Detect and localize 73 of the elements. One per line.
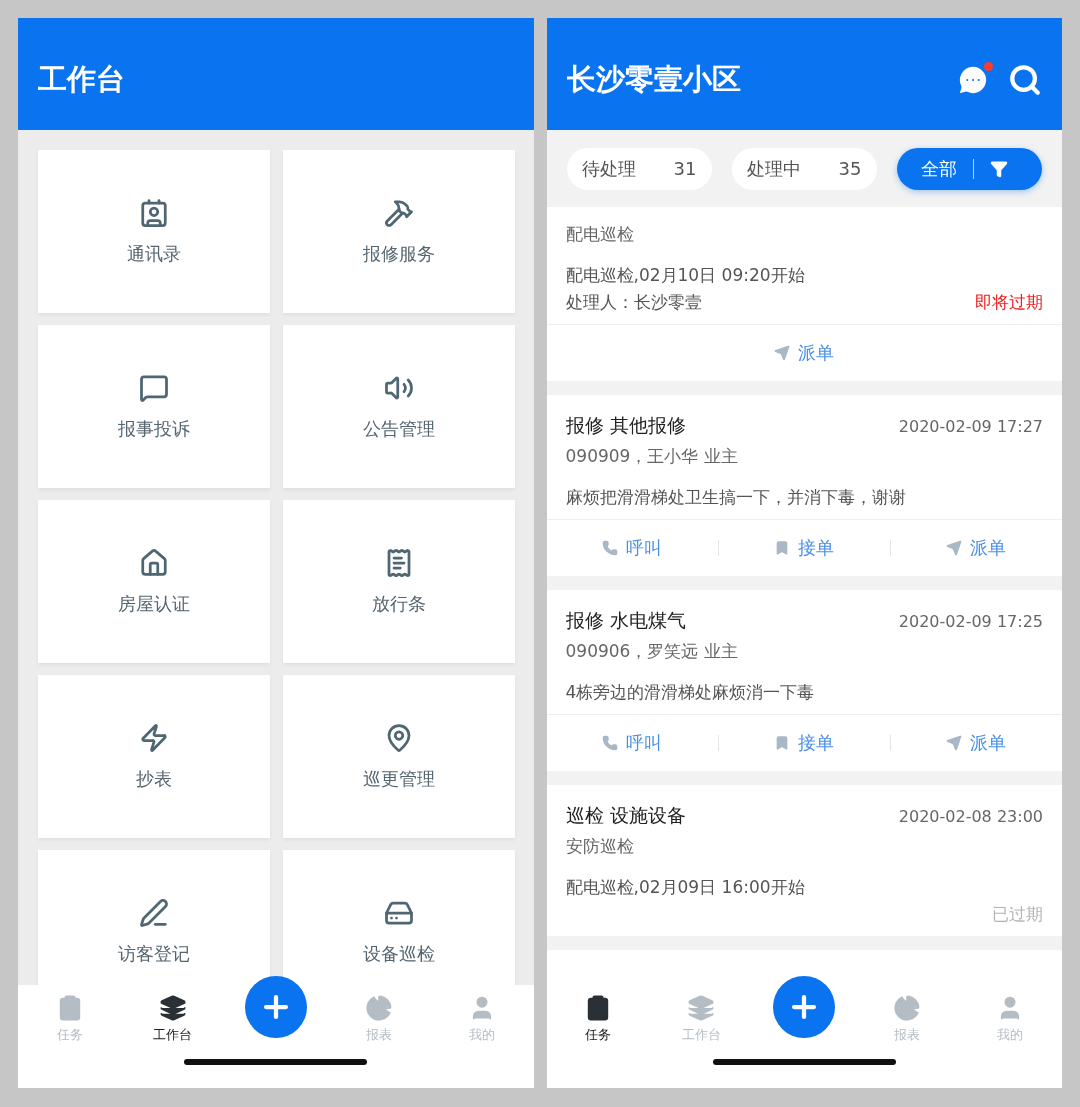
chat-icon[interactable] xyxy=(956,63,990,97)
task-subtitle: 安防巡检 xyxy=(565,835,635,858)
hammer-icon xyxy=(384,197,414,228)
feature-tile[interactable]: 设备巡检 xyxy=(283,850,515,985)
action-button[interactable]: 接单 xyxy=(718,715,890,771)
feature-tile[interactable]: 房屋认证 xyxy=(38,500,270,663)
task-subtitle: 090906，罗笑远 业主 xyxy=(565,640,739,663)
feature-tile[interactable]: 通讯录 xyxy=(38,150,270,313)
phone-icon xyxy=(602,735,619,751)
task-time: 2020-02-09 17:27 xyxy=(898,416,1043,436)
action-button[interactable]: 派单 xyxy=(890,520,1062,576)
search-icon[interactable] xyxy=(1008,63,1042,97)
task-subtitle: 配电巡检 xyxy=(565,223,635,246)
task-card[interactable]: 报修 水电煤气 2020-02-09 17:25 090906，罗笑远 业主 4栋旁边的滑滑梯处麻烦消一下毒 呼叫 接单 派单 xyxy=(546,590,1062,771)
tile-label: 通讯录 xyxy=(127,241,181,266)
handler-text: 处理人：长沙零壹 xyxy=(565,291,702,314)
task-title: 报修 水电煤气 xyxy=(565,608,686,633)
nav-tab[interactable]: 工作台 xyxy=(121,994,225,1044)
task-description: 4栋旁边的滑滑梯处麻烦消一下毒 xyxy=(565,681,816,704)
pen-icon xyxy=(139,897,169,928)
pie-chart-icon xyxy=(364,994,393,1022)
status-text: 已过期 xyxy=(992,903,1043,926)
pie-chart-icon xyxy=(893,994,922,1022)
tile-label: 公告管理 xyxy=(363,416,435,441)
task-card[interactable]: 巡检 设施设备 2020-02-08 23:00 安防巡检 配电巡检,02月09日 16:00开始 已过期 xyxy=(546,785,1062,936)
paper-plane-icon xyxy=(946,540,963,556)
tile-label: 报修服务 xyxy=(363,241,435,266)
feature-tile[interactable]: 访客登记 xyxy=(38,850,270,985)
action-button[interactable]: 呼叫 xyxy=(546,715,718,771)
task-card[interactable]: 报修 其他报修 2020-02-09 17:27 090909，王小华 业主 麻烦把滑滑梯处卫生搞一下，并消下毒，谢谢 呼叫 接单 派单 xyxy=(546,395,1062,576)
task-description: 配电巡检,02月09日 16:00开始 xyxy=(565,876,806,899)
tile-label: 放行条 xyxy=(372,591,426,616)
task-description: 配电巡检,02月10日 09:20开始 xyxy=(565,264,806,287)
tile-label: 巡更管理 xyxy=(363,766,435,791)
feature-tile[interactable]: 放行条 xyxy=(283,500,515,663)
status-text: 即将过期 xyxy=(975,291,1043,314)
filter-chip[interactable]: 全部 xyxy=(896,147,1042,190)
chat-bubble-icon xyxy=(139,372,169,403)
task-time: 2020-02-09 17:25 xyxy=(898,611,1043,631)
layers-icon xyxy=(158,994,187,1022)
task-card[interactable]: 配电巡检 配电巡检,02月10日 09:20开始 处理人：长沙零壹 即将过期 派单 xyxy=(546,207,1062,381)
tile-label: 房屋认证 xyxy=(118,591,190,616)
tile-label: 设备巡检 xyxy=(363,941,435,966)
task-title: 报修 其他报修 xyxy=(565,413,686,438)
layers-icon xyxy=(687,994,716,1022)
tile-label: 报事投诉 xyxy=(118,416,190,441)
action-button[interactable]: 派单 xyxy=(890,715,1062,771)
screen-title: 长沙零壹小区 xyxy=(566,61,742,98)
action-button[interactable]: 接单 xyxy=(718,520,890,576)
nav-tab[interactable]: 任务 xyxy=(546,994,650,1044)
house-icon xyxy=(139,547,169,578)
feature-tile[interactable]: 报事投诉 xyxy=(38,325,270,488)
action-button[interactable]: 呼叫 xyxy=(546,520,718,576)
feature-tile[interactable]: 公告管理 xyxy=(283,325,515,488)
task-description: 麻烦把滑滑梯处卫生搞一下，并消下毒，谢谢 xyxy=(565,486,907,509)
action-button[interactable]: 派单 xyxy=(546,325,1062,381)
phone-icon xyxy=(602,540,619,556)
feature-tile[interactable]: 巡更管理 xyxy=(283,675,515,838)
feature-tile[interactable]: 报修服务 xyxy=(283,150,515,313)
paper-plane-icon xyxy=(774,345,791,361)
paper-plane-icon xyxy=(946,735,963,751)
task-subtitle: 090909，王小华 业主 xyxy=(565,445,739,468)
task-title: 巡检 设施设备 xyxy=(565,803,686,828)
tile-label: 访客登记 xyxy=(118,941,190,966)
screen-title: 工作台 xyxy=(38,61,126,98)
tile-label: 抄表 xyxy=(136,766,172,791)
filter-chip[interactable]: 处理中 35 xyxy=(731,147,877,190)
feature-tile[interactable]: 抄表 xyxy=(38,675,270,838)
filter-icon xyxy=(989,159,1008,178)
contact-card-icon xyxy=(139,197,169,228)
task-time: 2020-02-08 23:00 xyxy=(898,806,1043,826)
lightning-icon xyxy=(139,722,169,753)
filter-chip[interactable]: 待处理 31 xyxy=(566,147,712,190)
